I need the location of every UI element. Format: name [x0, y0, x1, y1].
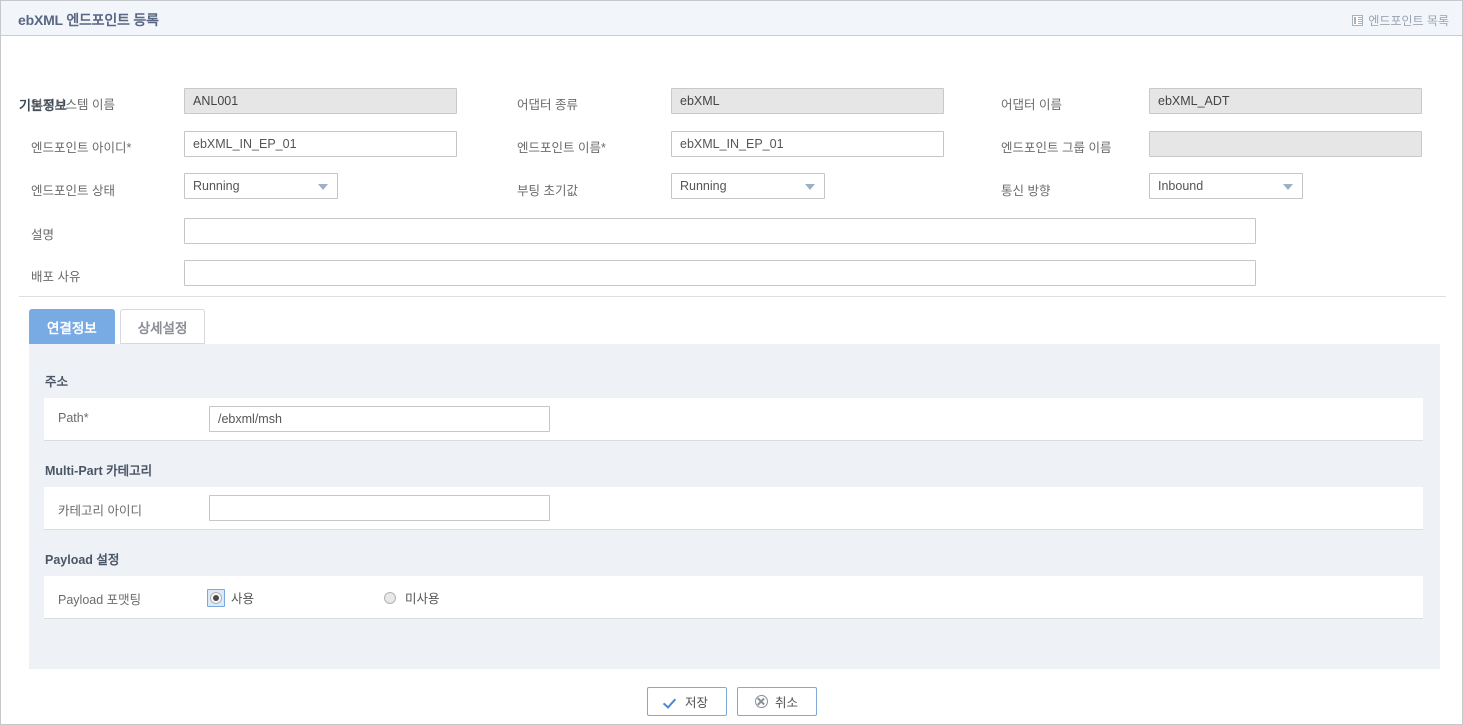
label-category-id: 카테고리 아이디 [58, 500, 142, 519]
label-direction: 통신 방향 [1001, 180, 1050, 199]
label-endpoint-id: 엔드포인트 아이디* [31, 137, 131, 156]
endpoint-state-select[interactable]: Running [184, 173, 338, 199]
endpoint-state-value: Running [193, 174, 240, 198]
row-category-id: 카테고리 아이디 [44, 487, 1423, 530]
system-name-input[interactable] [184, 88, 457, 114]
label-payload-formatting: Payload 포맷팅 [58, 589, 141, 608]
endpoint-group-name-input[interactable] [1149, 131, 1422, 157]
group-payload-title: Payload 설정 [44, 549, 1423, 568]
direction-select[interactable]: Inbound [1149, 173, 1303, 199]
close-circle-icon [755, 695, 768, 708]
endpoint-name-input[interactable] [671, 131, 944, 157]
label-deploy-reason: 배포 사유 [31, 266, 80, 285]
cancel-button-label: 취소 [775, 692, 798, 711]
radio-focus-ring [207, 589, 225, 607]
path-input[interactable] [209, 406, 550, 432]
basic-info-section: 기본정보 업무시스템 이름 엔드포인트 아이디* 엔드포인트 상태 Runnin… [1, 36, 1462, 281]
group-payload-settings: Payload 설정 Payload 포맷팅 사용 미사용 [44, 549, 1423, 619]
radio-payload-use[interactable]: 사용 [207, 588, 254, 607]
chevron-down-icon [318, 184, 328, 190]
label-endpoint-state: 엔드포인트 상태 [31, 180, 115, 199]
direction-value: Inbound [1158, 174, 1203, 198]
window-titlebar: ebXML 엔드포인트 등록 엔드포인트 목록 [1, 1, 1462, 36]
row-payload-formatting: Payload 포맷팅 사용 미사용 [44, 576, 1423, 619]
tab-detail[interactable]: 상세설정 [120, 309, 206, 344]
radio-payload-use-label: 사용 [231, 588, 254, 607]
endpoint-registration-window: ebXML 엔드포인트 등록 엔드포인트 목록 기본정보 업무시스템 이름 엔드… [0, 0, 1463, 725]
group-address-title: 주소 [44, 371, 1423, 390]
boot-initial-value: Running [680, 174, 727, 198]
label-endpoint-name: 엔드포인트 이름* [517, 137, 606, 156]
radio-payload-unused-label: 미사용 [405, 588, 440, 607]
endpoint-id-input[interactable] [184, 131, 457, 157]
category-id-input[interactable] [209, 495, 550, 521]
endpoint-list-link-label: 엔드포인트 목록 [1368, 12, 1449, 29]
group-multipart-title: Multi-Part 카테고리 [44, 460, 1423, 479]
tab-bar: 연결정보 상세설정 [29, 309, 205, 344]
check-icon [665, 697, 678, 707]
chevron-down-icon [805, 184, 815, 190]
deploy-reason-input[interactable] [184, 260, 1256, 286]
group-address: 주소 Path* [44, 371, 1423, 441]
adapter-type-input[interactable] [671, 88, 944, 114]
description-input[interactable] [184, 218, 1256, 244]
chevron-down-icon [1283, 184, 1293, 190]
save-button[interactable]: 저장 [647, 687, 727, 716]
label-boot-initial: 부팅 초기값 [517, 180, 578, 199]
save-button-label: 저장 [685, 692, 708, 711]
label-adapter-type: 어댑터 종류 [517, 94, 578, 113]
endpoint-list-link[interactable]: 엔드포인트 목록 [1352, 12, 1449, 29]
label-endpoint-group-name: 엔드포인트 그룹 이름 [1001, 137, 1111, 156]
connection-tab-panel: 주소 Path* Multi-Part 카테고리 카테고리 아이디 Payloa… [29, 344, 1440, 669]
radio-selected-icon [210, 592, 222, 604]
form-actions: 저장 취소 [1, 687, 1462, 716]
radio-unselected-icon [384, 592, 396, 604]
group-multipart-category: Multi-Part 카테고리 카테고리 아이디 [44, 460, 1423, 530]
adapter-name-input[interactable] [1149, 88, 1422, 114]
radio-payload-unused[interactable]: 미사용 [381, 588, 440, 607]
label-description: 설명 [31, 224, 54, 243]
list-icon [1352, 15, 1363, 26]
cancel-button[interactable]: 취소 [737, 687, 817, 716]
label-path: Path* [58, 411, 89, 425]
section-divider [19, 296, 1446, 297]
row-path: Path* [44, 398, 1423, 441]
tab-connection[interactable]: 연결정보 [29, 309, 115, 344]
label-adapter-name: 어댑터 이름 [1001, 94, 1062, 113]
label-system-name: 업무시스템 이름 [31, 94, 115, 113]
boot-initial-select[interactable]: Running [671, 173, 825, 199]
page-title: ebXML 엔드포인트 등록 [18, 10, 159, 30]
